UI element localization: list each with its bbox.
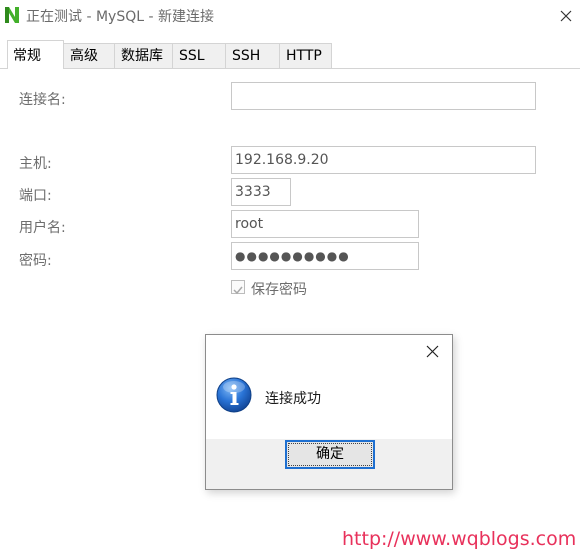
tab-http[interactable]: HTTP xyxy=(279,43,332,68)
tabs-divider xyxy=(0,68,580,69)
window-close-button[interactable] xyxy=(554,4,578,28)
host-input[interactable]: 192.168.9.20 xyxy=(231,146,536,174)
message-dialog: 连接成功 确定 xyxy=(205,334,453,490)
close-icon xyxy=(560,10,572,22)
tab-advanced[interactable]: 高级 xyxy=(63,43,115,68)
close-icon xyxy=(426,345,438,357)
port-input[interactable]: 3333 xyxy=(231,178,291,206)
host-label: 主机: xyxy=(19,156,52,172)
username-label: 用户名: xyxy=(19,220,66,236)
navicat-app-icon xyxy=(5,7,19,23)
checkmark-icon xyxy=(233,286,243,295)
info-icon xyxy=(216,377,252,413)
ok-button-label: 确定 xyxy=(316,446,344,462)
tab-ssh[interactable]: SSH xyxy=(225,43,280,68)
username-input[interactable]: root xyxy=(231,210,419,238)
password-input[interactable]: ●●●●●●●●●● xyxy=(231,242,419,270)
dialog-close-button[interactable] xyxy=(420,339,444,363)
watermark-text: http://www.wqblogs.com xyxy=(342,528,577,550)
connection-window: 正在测试 - MySQL - 新建连接 常规 高级 数据库 SSL SSH HT… xyxy=(0,0,580,554)
tab-ssl[interactable]: SSL xyxy=(172,43,226,68)
save-password-label: 保存密码 xyxy=(251,282,307,298)
window-title: 正在测试 - MySQL - 新建连接 xyxy=(26,9,214,25)
title-bar: 正在测试 - MySQL - 新建连接 xyxy=(0,0,580,32)
dialog-message: 连接成功 xyxy=(265,391,321,407)
save-password-checkbox[interactable] xyxy=(231,280,245,295)
tab-general[interactable]: 常规 xyxy=(7,40,64,69)
port-label: 端口: xyxy=(19,188,52,204)
tab-database[interactable]: 数据库 xyxy=(114,43,173,68)
ok-button[interactable]: 确定 xyxy=(285,440,375,469)
dialog-title-bar xyxy=(206,335,452,367)
connection-name-input[interactable] xyxy=(231,82,536,110)
connection-name-label: 连接名: xyxy=(19,92,66,108)
password-label: 密码: xyxy=(19,253,52,269)
